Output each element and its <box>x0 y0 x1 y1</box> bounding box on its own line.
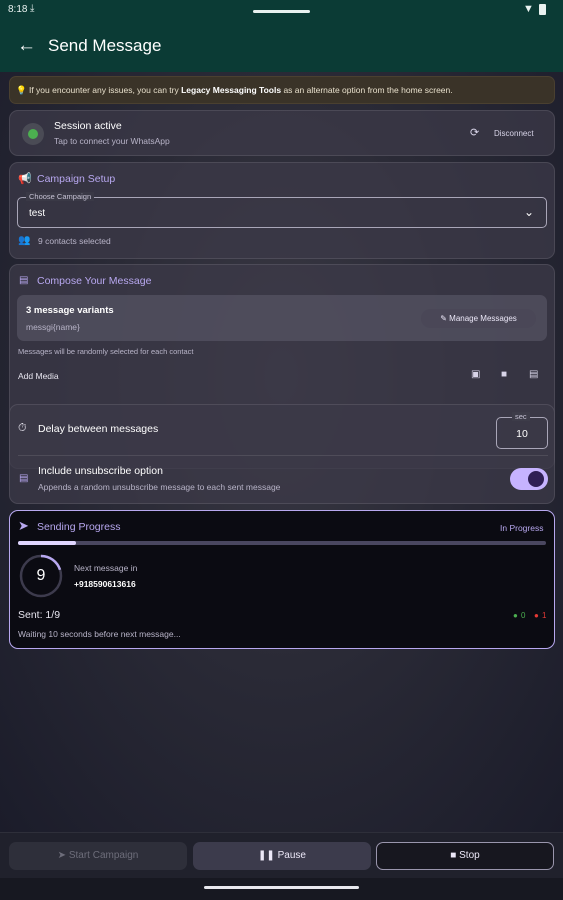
countdown-value: 9 <box>36 567 46 584</box>
refresh-icon[interactable]: ⟳ <box>470 126 479 139</box>
variant-preview: messgi{name} <box>26 322 80 332</box>
unsubscribe-subtitle: Appends a random unsubscribe message to … <box>38 482 281 492</box>
pencil-icon: ✎ <box>440 314 447 323</box>
add-media-label: Add Media <box>18 371 59 381</box>
chevron-down-icon[interactable]: ⌄ <box>524 205 534 219</box>
app-bar: ← Send Message <box>0 22 563 72</box>
disconnect-button[interactable]: Disconnect <box>494 129 534 138</box>
send-icon: ➤ <box>57 850 67 861</box>
main-content[interactable]: 💡 If you encounter any issues, you can t… <box>0 72 563 832</box>
camera-notch <box>253 10 310 13</box>
unsubscribe-icon: ▤ <box>19 473 29 484</box>
back-arrow-icon[interactable]: ← <box>17 36 36 56</box>
document-icon[interactable]: ▤ <box>529 369 538 380</box>
session-status-indicator <box>22 123 44 145</box>
choose-campaign-select[interactable]: Choose Campaign test ⌄ <box>17 192 547 228</box>
pause-label: Pause <box>277 850 306 861</box>
status-time: 8:18 <box>8 4 28 15</box>
choose-campaign-value: test <box>29 208 46 219</box>
timer-icon: ⏱ <box>18 422 27 434</box>
people-icon: 👥 <box>18 235 31 246</box>
success-count: 0 <box>521 611 526 620</box>
pause-icon: ❚❚ <box>258 850 275 861</box>
unsubscribe-title: Include unsubscribe option <box>38 465 163 477</box>
variants-count: 3 message variants <box>26 305 114 316</box>
stop-icon: ■ <box>450 850 457 861</box>
success-dot-icon: ● <box>513 611 518 620</box>
download-icon: ⤓ <box>30 3 35 14</box>
campaign-setup-title: Campaign Setup <box>37 173 116 185</box>
error-dot-icon: ● <box>534 611 539 620</box>
error-count: 1 <box>542 611 547 620</box>
unsubscribe-toggle[interactable] <box>510 468 548 490</box>
session-card[interactable]: Session active Tap to connect your Whats… <box>9 110 555 156</box>
send-icon: ➤ <box>18 518 29 533</box>
video-icon[interactable]: ■ <box>501 369 507 380</box>
image-icon[interactable]: ▣ <box>471 369 480 380</box>
manage-messages-label: Manage Messages <box>449 314 517 323</box>
sent-count: Sent: 1/9 <box>18 609 61 621</box>
lightbulb-icon: 💡 <box>16 85 27 95</box>
legacy-notice: 💡 If you encounter any issues, you can t… <box>9 76 555 104</box>
next-phone: +918590613616 <box>74 579 136 589</box>
page-title: Send Message <box>48 36 162 55</box>
message-variants-box: 3 message variants messgi{name} ✎ Manage… <box>17 295 547 341</box>
session-title: Session active <box>54 120 122 132</box>
progress-bar-fill <box>18 541 77 545</box>
progress-title: Sending Progress <box>37 521 121 533</box>
notice-text-bold: Legacy Messaging Tools <box>181 85 282 95</box>
home-handle[interactable] <box>204 886 359 889</box>
start-campaign-label: Start Campaign <box>68 850 139 861</box>
sending-progress-card: ➤ Sending Progress In Progress 9 Next me… <box>9 510 555 649</box>
stop-button[interactable]: ■ Stop <box>376 842 554 870</box>
notice-text-post: as an alternate option from the home scr… <box>281 85 453 95</box>
campaign-setup-card: 📢 Campaign Setup Choose Campaign test ⌄ … <box>9 162 555 259</box>
start-campaign-button[interactable]: ➤ Start Campaign <box>9 842 187 870</box>
delay-label: Delay between messages <box>38 423 159 435</box>
battery-icon <box>539 4 546 15</box>
randomize-note: Messages will be randomly selected for e… <box>18 347 194 356</box>
delay-sec-label: sec <box>512 412 530 421</box>
delay-seconds-input[interactable]: sec 10 <box>496 412 548 449</box>
progress-bar <box>18 541 546 545</box>
settings-card: ⏱ Delay between messages sec 10 ▤ Includ… <box>9 404 555 504</box>
toggle-knob <box>528 471 544 487</box>
choose-campaign-label: Choose Campaign <box>26 192 95 201</box>
pause-button[interactable]: ❚❚ Pause <box>193 842 371 870</box>
progress-status: In Progress <box>500 523 544 533</box>
compose-title: Compose Your Message <box>37 275 152 287</box>
bottom-action-bar: ➤ Start Campaign ❚❚ Pause ■ Stop <box>0 832 563 878</box>
manage-messages-button[interactable]: ✎ Manage Messages <box>421 309 536 328</box>
system-nav-bar <box>0 878 563 900</box>
delay-sec-value: 10 <box>516 428 528 440</box>
stop-label: Stop <box>459 850 480 861</box>
megaphone-icon: 📢 <box>18 173 32 185</box>
wifi-icon: ▼ <box>523 3 534 15</box>
divider <box>18 455 548 456</box>
next-message-label: Next message in <box>74 563 138 573</box>
session-subtitle: Tap to connect your WhatsApp <box>54 136 170 146</box>
contacts-selected: 9 contacts selected <box>38 236 111 246</box>
notice-text-pre: If you encounter any issues, you can try <box>28 85 182 95</box>
waiting-text: Waiting 10 seconds before next message..… <box>18 629 181 639</box>
status-bar: 8:18 ⤓ ▼ <box>0 0 563 22</box>
message-icon: ▤ <box>19 275 29 286</box>
